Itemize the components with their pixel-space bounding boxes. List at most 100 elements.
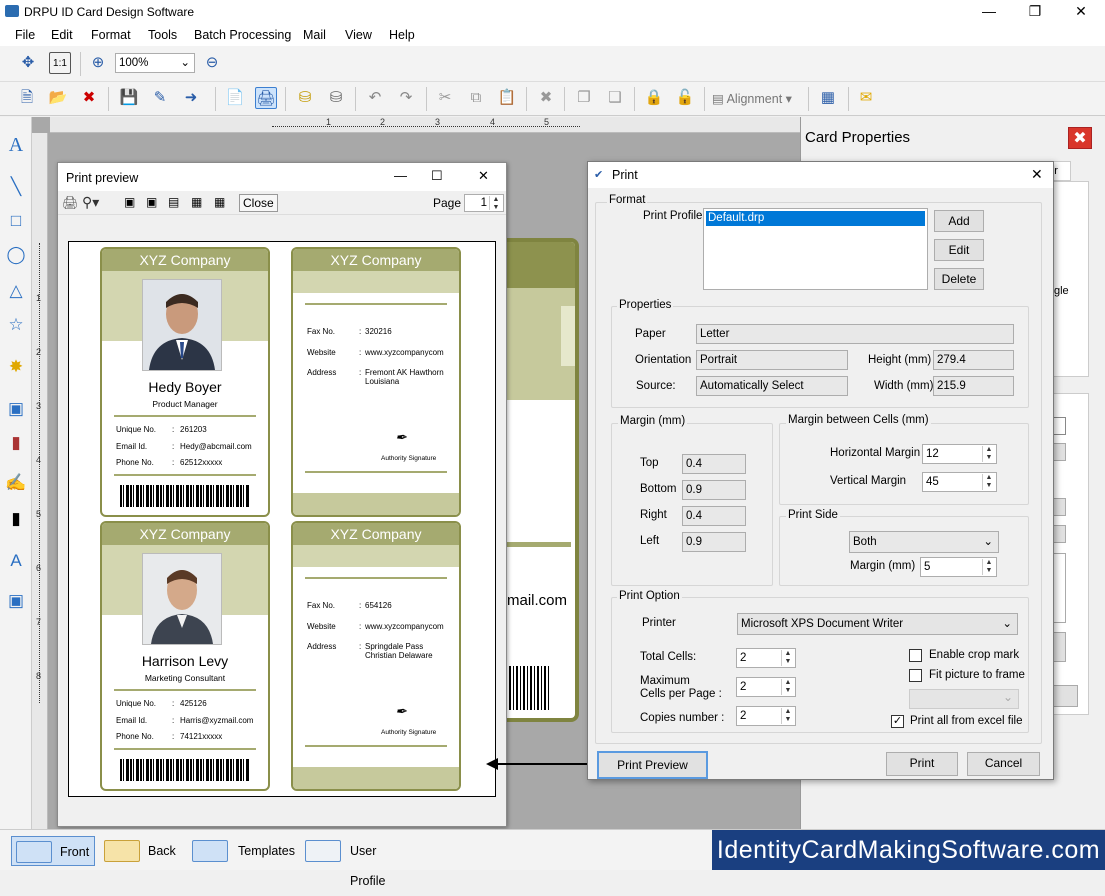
tab-back[interactable]: Back: [104, 836, 178, 866]
excel-select[interactable]: ⌄: [909, 689, 1019, 709]
button-fragment[interactable]: [1050, 685, 1078, 707]
minimize-button[interactable]: —: [966, 0, 1012, 24]
print-icon[interactable]: 🖨: [62, 195, 79, 211]
group-icon[interactable]: ❐: [573, 87, 595, 109]
print-button[interactable]: Print: [886, 752, 958, 776]
menu-format[interactable]: Format: [91, 28, 131, 42]
excel-checkbox[interactable]: ✓: [891, 715, 904, 728]
top-margin-field[interactable]: 0.4: [682, 454, 746, 474]
symbol-tool-icon[interactable]: ✸: [4, 355, 28, 379]
six-page-icon[interactable]: ▦: [214, 195, 225, 209]
print-icon[interactable]: 🖨: [255, 87, 277, 109]
three-page-icon[interactable]: ▤: [168, 195, 179, 209]
horizontal-margin-input[interactable]: 12▲▼: [922, 444, 997, 464]
menu-mail[interactable]: Mail: [303, 28, 326, 42]
two-page-icon[interactable]: ▣: [146, 195, 157, 209]
edit-profile-button[interactable]: Edit: [934, 239, 984, 261]
source-field[interactable]: Automatically Select: [696, 376, 848, 396]
barcode-tool-icon[interactable]: ▮: [4, 507, 28, 531]
zoom-in-icon[interactable]: ⊕: [87, 52, 109, 74]
fit-picture-checkbox[interactable]: [909, 669, 922, 682]
printer-select[interactable]: Microsoft XPS Document Writer⌄: [737, 613, 1018, 635]
signature-tool-icon[interactable]: ✍: [4, 471, 28, 495]
menu-edit[interactable]: Edit: [51, 28, 73, 42]
print-side-select[interactable]: Both⌄: [849, 531, 999, 553]
paste-icon[interactable]: 📋: [496, 87, 518, 109]
delete-icon[interactable]: ✖: [535, 87, 557, 109]
redo-icon[interactable]: ↷: [395, 87, 417, 109]
unlock-icon[interactable]: 🔓: [674, 87, 696, 109]
side-margin-input[interactable]: 5▲▼: [920, 557, 997, 577]
watermark-tool-icon[interactable]: A: [4, 549, 28, 573]
export-icon[interactable]: ➜: [180, 87, 202, 109]
lock-icon[interactable]: 🔒: [643, 87, 665, 109]
crop-mark-checkbox[interactable]: [909, 649, 922, 662]
print-profile-list[interactable]: Default.drp: [703, 208, 928, 290]
triangle-tool-icon[interactable]: △: [4, 279, 28, 303]
undo-icon[interactable]: ↶: [364, 87, 386, 109]
right-margin-field[interactable]: 0.4: [682, 506, 746, 526]
line-tool-icon[interactable]: ╲: [4, 175, 28, 199]
database-icon[interactable]: ⛁: [294, 87, 316, 109]
database-settings-icon[interactable]: ⛁: [325, 87, 347, 109]
grid-icon[interactable]: ▦: [817, 87, 839, 109]
save-icon[interactable]: 💾: [118, 87, 140, 109]
open-icon[interactable]: 📂: [47, 87, 69, 109]
left-margin-field[interactable]: 0.9: [682, 532, 746, 552]
rectangle-tool-icon[interactable]: □: [4, 209, 28, 233]
maximize-button[interactable]: ☐: [431, 168, 443, 184]
mail-icon[interactable]: ✉: [855, 87, 877, 109]
menu-view[interactable]: View: [345, 28, 372, 42]
image-tool-icon[interactable]: ▣: [4, 397, 28, 421]
paper-field[interactable]: Letter: [696, 324, 1014, 344]
four-page-icon[interactable]: ▦: [191, 195, 202, 209]
close-button[interactable]: ✕: [1058, 0, 1104, 24]
ungroup-icon[interactable]: ❑: [604, 87, 626, 109]
menu-help[interactable]: Help: [389, 28, 415, 42]
one-page-icon[interactable]: ▣: [124, 195, 135, 209]
text-tool-icon[interactable]: A: [4, 133, 28, 157]
zoom-icon[interactable]: ⚲▾: [82, 194, 99, 211]
close-document-icon[interactable]: ✖: [78, 87, 100, 109]
menu-batch-processing[interactable]: Batch Processing: [194, 28, 291, 42]
menu-tools[interactable]: Tools: [148, 28, 177, 42]
close-button[interactable]: ✕: [478, 168, 489, 184]
tab-user-profile[interactable]: User Profile: [305, 836, 415, 866]
print-profile-item[interactable]: Default.drp: [706, 211, 925, 226]
new-icon[interactable]: 🗎: [16, 87, 38, 109]
library-tool-icon[interactable]: ▮: [4, 431, 28, 455]
max-cells-input[interactable]: 2▲▼: [736, 677, 796, 697]
actual-size-icon[interactable]: 1:1: [49, 52, 71, 74]
maximize-button[interactable]: ❐: [1012, 0, 1058, 24]
delete-profile-button[interactable]: Delete: [934, 268, 984, 290]
picture-tool-icon[interactable]: ▣: [4, 589, 28, 613]
alignment-dropdown[interactable]: ▤ Alignment ▾: [712, 91, 792, 106]
zoom-select[interactable]: 100%⌄: [115, 53, 195, 73]
bottom-margin-field[interactable]: 0.9: [682, 480, 746, 500]
zoom-out-icon[interactable]: ⊖: [201, 52, 223, 74]
menu-file[interactable]: File: [15, 28, 35, 42]
design-card-background[interactable]: mail.com: [497, 238, 579, 722]
tab-front[interactable]: Front: [11, 836, 95, 866]
star-tool-icon[interactable]: ☆: [4, 313, 28, 337]
print-preview-icon[interactable]: 📄: [224, 87, 246, 109]
copies-input[interactable]: 2▲▼: [736, 706, 796, 726]
orientation-field[interactable]: Portrait: [696, 350, 848, 370]
fit-to-window-icon[interactable]: ✥: [17, 52, 39, 74]
card-properties-close-button[interactable]: ✖: [1068, 127, 1092, 149]
ellipse-tool-icon[interactable]: ◯: [4, 243, 28, 267]
height-field[interactable]: 279.4: [933, 350, 1014, 370]
print-preview-button[interactable]: Print Preview: [597, 751, 708, 779]
save-as-icon[interactable]: ✎: [149, 87, 171, 109]
add-profile-button[interactable]: Add: [934, 210, 984, 232]
close-button[interactable]: ✕: [1031, 166, 1043, 183]
close-button[interactable]: Close: [239, 194, 278, 212]
vertical-margin-input[interactable]: 45▲▼: [922, 472, 997, 492]
cancel-button[interactable]: Cancel: [967, 752, 1040, 776]
width-field[interactable]: 215.9: [933, 376, 1014, 396]
tab-templates[interactable]: Templates: [192, 836, 296, 866]
total-cells-input[interactable]: 2▲▼: [736, 648, 796, 668]
page-number-input[interactable]: 1▲▼: [464, 194, 504, 212]
copy-icon[interactable]: ⧉: [465, 87, 487, 109]
cut-icon[interactable]: ✂: [434, 87, 456, 109]
